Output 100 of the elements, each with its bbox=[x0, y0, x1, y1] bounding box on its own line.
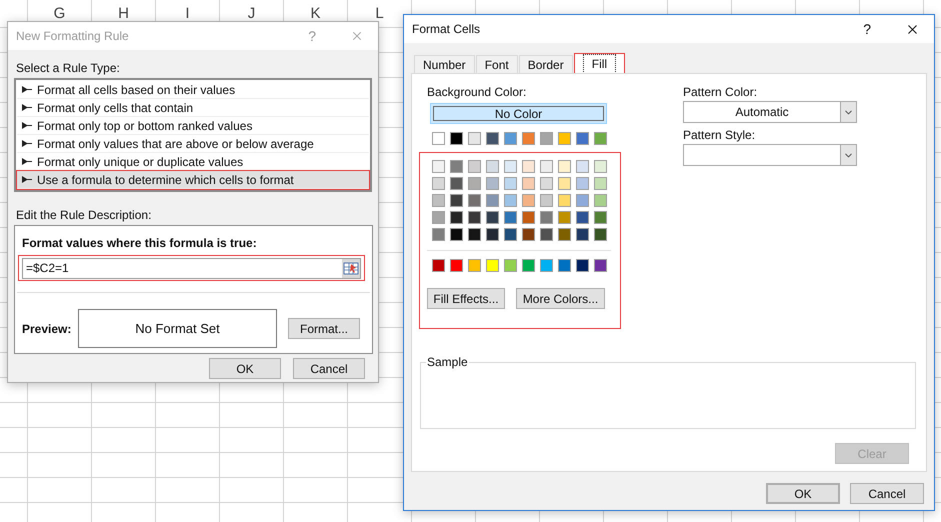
formula-label: Format values where this formula is true: bbox=[22, 235, 258, 252]
color-swatch[interactable] bbox=[504, 194, 517, 207]
sample-label: Sample bbox=[426, 355, 469, 369]
ok-button[interactable]: OK bbox=[209, 358, 281, 379]
color-swatch[interactable] bbox=[504, 228, 517, 241]
color-swatch[interactable] bbox=[486, 211, 499, 224]
arrow-bullet-icon bbox=[22, 86, 33, 93]
color-swatch[interactable] bbox=[450, 228, 463, 241]
color-swatch[interactable] bbox=[576, 160, 589, 173]
color-swatch[interactable] bbox=[594, 132, 607, 145]
rule-type-item[interactable]: Use a formula to determine which cells to format bbox=[17, 171, 369, 189]
color-swatch[interactable] bbox=[594, 259, 607, 272]
color-swatch[interactable] bbox=[468, 177, 481, 190]
more-colors-button[interactable]: More Colors... bbox=[516, 288, 605, 309]
color-swatch[interactable] bbox=[450, 194, 463, 207]
color-swatch[interactable] bbox=[576, 211, 589, 224]
tab[interactable]: Border bbox=[518, 55, 573, 73]
color-swatch[interactable] bbox=[576, 132, 589, 145]
color-swatch[interactable] bbox=[576, 228, 589, 241]
color-swatch[interactable] bbox=[522, 177, 535, 190]
color-swatch[interactable] bbox=[558, 259, 571, 272]
color-swatch[interactable] bbox=[558, 160, 571, 173]
color-swatch[interactable] bbox=[432, 259, 445, 272]
cancel-button[interactable]: Cancel bbox=[293, 358, 365, 379]
fill-effects-button[interactable]: Fill Effects... bbox=[427, 288, 505, 309]
color-swatch[interactable] bbox=[486, 259, 499, 272]
color-swatch[interactable] bbox=[540, 259, 553, 272]
tab[interactable]: Fill bbox=[574, 53, 626, 73]
color-swatch[interactable] bbox=[558, 228, 571, 241]
color-swatch[interactable] bbox=[504, 259, 517, 272]
color-swatch[interactable] bbox=[504, 211, 517, 224]
color-swatch[interactable] bbox=[468, 259, 481, 272]
color-swatch[interactable] bbox=[504, 132, 517, 145]
rule-type-item[interactable]: Format only top or bottom ranked values bbox=[17, 117, 369, 135]
rule-type-item[interactable]: Format only values that are above or below average bbox=[17, 135, 369, 153]
color-swatch[interactable] bbox=[594, 194, 607, 207]
color-swatch[interactable] bbox=[558, 194, 571, 207]
color-swatch[interactable] bbox=[522, 228, 535, 241]
color-swatch[interactable] bbox=[486, 160, 499, 173]
color-swatch[interactable] bbox=[468, 228, 481, 241]
color-swatch[interactable] bbox=[468, 132, 481, 145]
section-label: Select a Rule Type: bbox=[16, 61, 121, 75]
color-swatch[interactable] bbox=[522, 259, 535, 272]
color-swatch[interactable] bbox=[468, 211, 481, 224]
color-swatch[interactable] bbox=[450, 211, 463, 224]
color-swatch[interactable] bbox=[432, 211, 445, 224]
color-swatch[interactable] bbox=[432, 160, 445, 173]
color-swatch[interactable] bbox=[540, 132, 553, 145]
color-swatch[interactable] bbox=[450, 160, 463, 173]
column-header: G bbox=[54, 6, 66, 21]
arrow-bullet-icon bbox=[22, 176, 33, 183]
color-swatch[interactable] bbox=[468, 194, 481, 207]
tab[interactable]: Font bbox=[476, 55, 518, 73]
format-button[interactable]: Format... bbox=[288, 318, 360, 339]
color-swatch[interactable] bbox=[594, 228, 607, 241]
help-button[interactable]: ? bbox=[863, 18, 871, 40]
no-color-button[interactable]: No Color bbox=[430, 103, 607, 124]
color-swatch[interactable] bbox=[540, 194, 553, 207]
color-swatch[interactable] bbox=[522, 194, 535, 207]
color-swatch[interactable] bbox=[432, 228, 445, 241]
color-swatch[interactable] bbox=[504, 177, 517, 190]
rule-type-item[interactable]: Format only cells that contain bbox=[17, 99, 369, 117]
color-swatch[interactable] bbox=[594, 160, 607, 173]
color-swatch[interactable] bbox=[450, 132, 463, 145]
color-swatch[interactable] bbox=[558, 132, 571, 145]
color-swatch[interactable] bbox=[540, 211, 553, 224]
color-swatch[interactable] bbox=[558, 177, 571, 190]
rule-type-item[interactable]: Format all cells based on their values bbox=[17, 81, 369, 99]
window-title: Format Cells bbox=[412, 21, 482, 38]
color-swatch[interactable] bbox=[540, 177, 553, 190]
color-swatch[interactable] bbox=[504, 160, 517, 173]
color-swatch[interactable] bbox=[432, 132, 445, 145]
color-swatch[interactable] bbox=[468, 160, 481, 173]
color-swatch[interactable] bbox=[450, 177, 463, 190]
color-swatch[interactable] bbox=[594, 177, 607, 190]
color-swatch[interactable] bbox=[486, 194, 499, 207]
color-swatch[interactable] bbox=[486, 228, 499, 241]
formula-field[interactable]: =$C2=1 bbox=[22, 258, 361, 278]
range-picker-icon[interactable] bbox=[342, 258, 360, 278]
color-swatch[interactable] bbox=[522, 160, 535, 173]
color-swatch[interactable] bbox=[432, 194, 445, 207]
color-swatch[interactable] bbox=[522, 132, 535, 145]
color-swatch[interactable] bbox=[540, 160, 553, 173]
ok-button[interactable]: OK bbox=[766, 483, 840, 504]
pattern-style-dropdown[interactable] bbox=[683, 144, 857, 166]
color-swatch[interactable] bbox=[540, 228, 553, 241]
color-swatch[interactable] bbox=[522, 211, 535, 224]
pattern-style-label: Pattern Style: bbox=[683, 127, 756, 144]
pattern-color-dropdown[interactable]: Automatic bbox=[683, 101, 857, 123]
color-swatch[interactable] bbox=[558, 211, 571, 224]
color-swatch[interactable] bbox=[432, 177, 445, 190]
color-swatch[interactable] bbox=[450, 259, 463, 272]
color-swatch[interactable] bbox=[576, 259, 589, 272]
cancel-button[interactable]: Cancel bbox=[850, 483, 924, 504]
color-swatch[interactable] bbox=[486, 132, 499, 145]
color-swatch[interactable] bbox=[486, 177, 499, 190]
color-swatch[interactable] bbox=[576, 194, 589, 207]
color-swatch[interactable] bbox=[576, 177, 589, 190]
tab[interactable]: Number bbox=[414, 55, 475, 73]
color-swatch[interactable] bbox=[594, 211, 607, 224]
